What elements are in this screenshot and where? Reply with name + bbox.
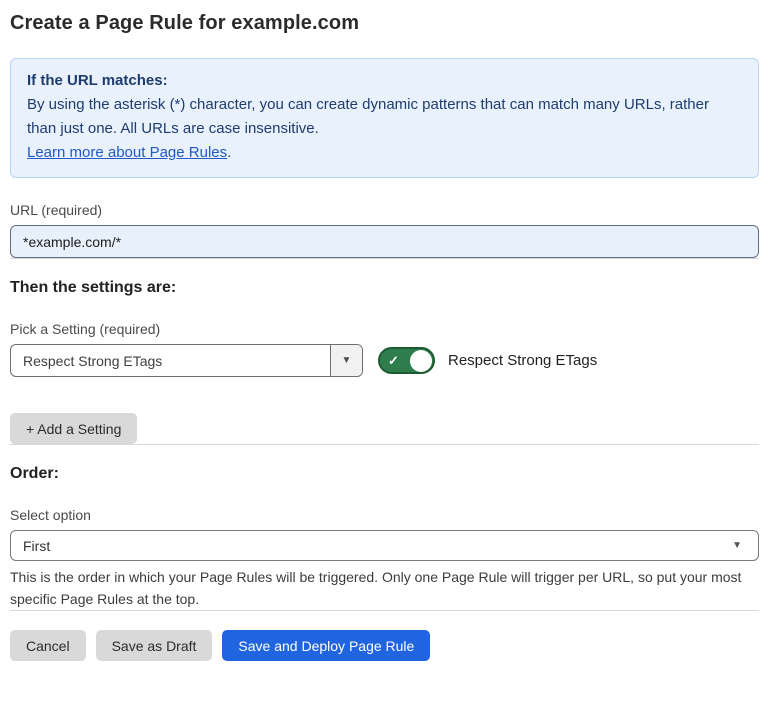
- cancel-button[interactable]: Cancel: [10, 630, 86, 661]
- setting-select-value: Respect Strong ETags: [11, 345, 330, 376]
- order-select[interactable]: First ▼: [10, 530, 759, 561]
- chevron-down-icon: ▼: [342, 355, 352, 366]
- info-box-link-line: Learn more about Page Rules.: [27, 141, 742, 165]
- settings-section-heading: Then the settings are:: [10, 279, 759, 297]
- order-select-value: First: [23, 538, 50, 554]
- respect-strong-etags-toggle[interactable]: ✓: [378, 347, 435, 374]
- footer-buttons: Cancel Save as Draft Save and Deploy Pag…: [10, 630, 759, 661]
- page-title: Create a Page Rule for example.com: [10, 12, 759, 35]
- divider: [10, 444, 759, 445]
- setting-select-arrow-button[interactable]: ▼: [330, 345, 362, 376]
- link-suffix-period: .: [227, 144, 231, 161]
- toggle-label: Respect Strong ETags: [448, 352, 597, 369]
- setting-select[interactable]: Respect Strong ETags ▼: [10, 344, 363, 377]
- save-as-draft-button[interactable]: Save as Draft: [96, 630, 213, 661]
- learn-more-link[interactable]: Learn more about Page Rules: [27, 144, 227, 161]
- setting-row: Respect Strong ETags ▼ ✓ Respect Strong …: [10, 344, 759, 377]
- url-field-label: URL (required): [10, 202, 759, 218]
- setting-toggle-group: ✓ Respect Strong ETags: [378, 347, 597, 374]
- url-input[interactable]: [10, 225, 759, 258]
- order-help-text: This is the order in which your Page Rul…: [10, 566, 759, 610]
- toggle-knob: [410, 350, 432, 372]
- info-box-body: By using the asterisk (*) character, you…: [27, 93, 742, 141]
- divider: [10, 258, 759, 259]
- add-setting-button[interactable]: + Add a Setting: [10, 413, 137, 444]
- save-and-deploy-button[interactable]: Save and Deploy Page Rule: [222, 630, 430, 661]
- order-select-label: Select option: [10, 507, 759, 523]
- chevron-down-icon: ▼: [732, 540, 742, 551]
- pick-setting-label: Pick a Setting (required): [10, 321, 759, 337]
- order-section-heading: Order:: [10, 465, 759, 483]
- page-rule-form: Create a Page Rule for example.com If th…: [0, 0, 769, 661]
- check-icon: ✓: [388, 354, 399, 367]
- info-box-heading: If the URL matches:: [27, 69, 742, 93]
- url-match-info-box: If the URL matches: By using the asteris…: [10, 58, 759, 178]
- divider: [10, 610, 759, 611]
